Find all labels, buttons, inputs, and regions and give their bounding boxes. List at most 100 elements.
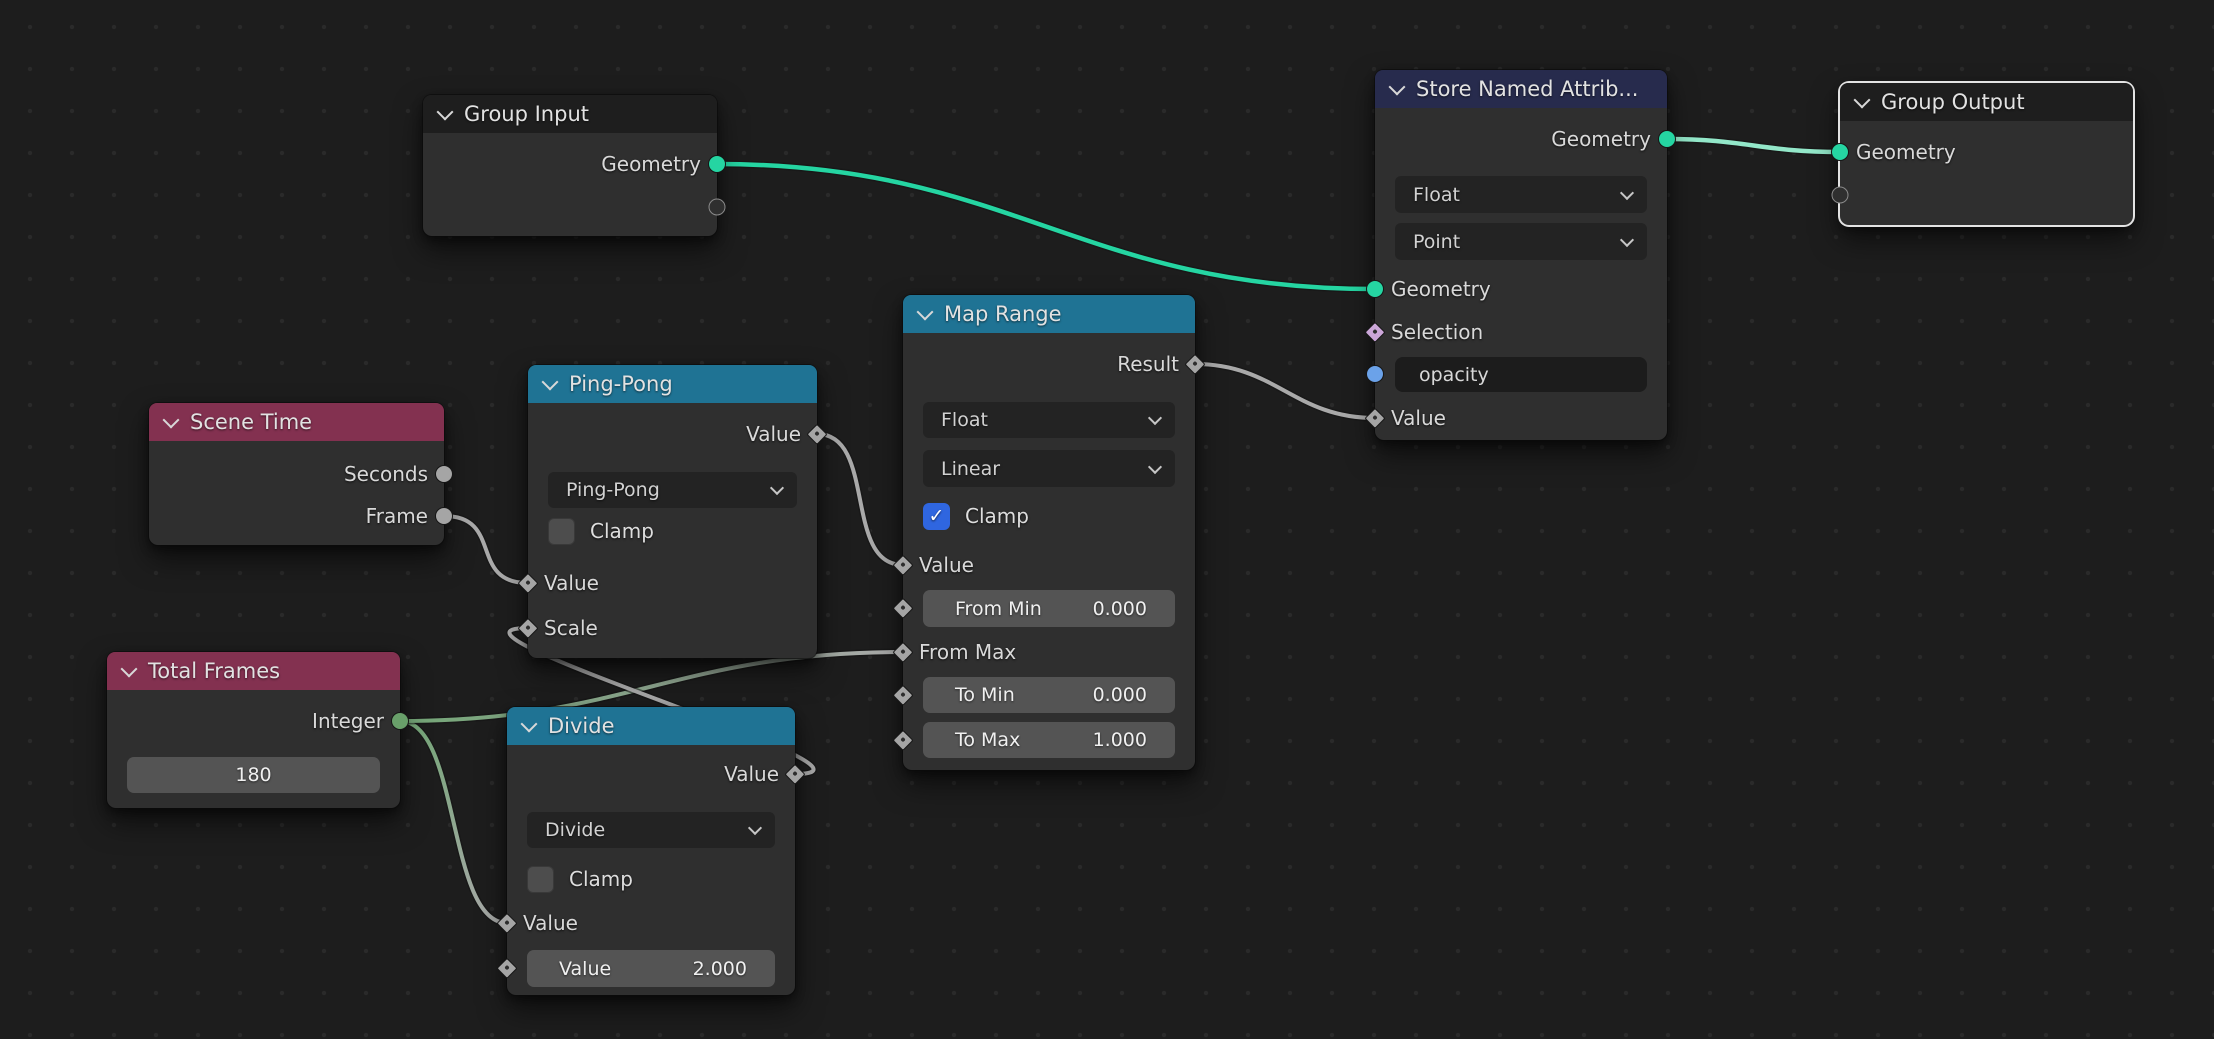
clamp-label: Clamp [569,867,633,891]
collapse-chevron-icon[interactable] [1854,91,1871,108]
wire[interactable] [1667,139,1840,152]
interpolation-dropdown-value: Linear [941,458,1000,480]
node-header[interactable]: Scene Time [149,403,444,441]
operation-dropdown-value: Ping-Pong [566,479,660,501]
geometry-input-socket[interactable] [1366,280,1384,298]
value2-input-socket[interactable] [497,958,518,979]
output-label-result: Result [903,343,1195,385]
from-min-input-socket[interactable] [893,598,914,619]
wire[interactable] [444,516,528,583]
value-slider-field[interactable]: Value 2.000 [527,950,775,987]
node-title: Store Named Attrib... [1416,77,1638,101]
input-label-geometry: Geometry [1375,268,1667,310]
frame-output-socket[interactable] [435,507,453,525]
wire[interactable] [717,164,1375,289]
input-label-from-max: From Max [903,631,1195,673]
wire-outline [1195,364,1375,418]
domain-dropdown-value: Point [1413,231,1460,253]
wire-outline [1667,139,1840,152]
node-header[interactable]: Divide [507,707,795,745]
data-type-dropdown[interactable]: Float [1395,176,1647,213]
output-label-value: Value [507,753,795,795]
output-label-geometry: Geometry [1375,118,1667,160]
interpolation-dropdown[interactable]: Linear [923,450,1175,487]
input-label-selection: Selection [1375,311,1667,353]
wire[interactable] [817,434,903,565]
collapse-chevron-icon[interactable] [917,303,934,320]
node-title: Group Input [464,102,589,126]
chevron-down-icon [770,481,784,495]
collapse-chevron-icon[interactable] [542,373,559,390]
wire-outline [444,516,528,583]
virtual-socket[interactable] [709,199,726,216]
wire-outline [817,434,903,565]
chevron-down-icon [1148,459,1162,473]
geometry-output-socket[interactable] [708,155,726,173]
to-max-field[interactable]: To Max 1.000 [923,722,1175,758]
clamp-checkbox-checked[interactable]: ✓ [923,503,950,530]
operation-dropdown[interactable]: Divide [527,812,775,848]
node-total-frames[interactable]: Total Frames Integer 180 [107,652,400,808]
domain-dropdown[interactable]: Point [1395,223,1647,260]
operation-dropdown[interactable]: Ping-Pong [548,472,797,508]
chevron-down-icon [748,821,762,835]
input-label-geometry: Geometry [1840,131,2133,173]
node-group-input[interactable]: Group Input Geometry [423,95,717,236]
collapse-chevron-icon[interactable] [1389,78,1406,95]
to-min-field[interactable]: To Min 0.000 [923,677,1175,713]
input-label-value: Value [903,544,1195,586]
output-label-integer: Integer [107,700,400,742]
node-header[interactable]: Group Output [1840,83,2133,121]
node-title: Divide [548,714,615,738]
node-header[interactable]: Total Frames [107,652,400,690]
field-value: 0.000 [1093,684,1147,706]
virtual-socket[interactable] [1832,187,1849,204]
node-scene-time[interactable]: Scene Time Seconds Frame [149,403,444,545]
input-label-value: Value [528,562,817,604]
field-label: Value [559,958,611,980]
data-type-dropdown[interactable]: Float [923,402,1175,438]
data-type-dropdown-value: Float [1413,184,1460,206]
collapse-chevron-icon[interactable] [121,660,138,677]
field-value: 1.000 [1093,729,1147,751]
field-value: 2.000 [693,958,747,980]
input-label-value: Value [1375,397,1667,439]
wire[interactable] [400,721,507,923]
node-title: Map Range [944,302,1062,326]
data-type-dropdown-value: Float [941,409,988,431]
clamp-checkbox[interactable] [527,866,554,893]
from-min-field[interactable]: From Min 0.000 [923,590,1175,627]
name-input-socket[interactable] [1366,365,1384,383]
node-ping-pong[interactable]: Ping-Pong Value Ping-Pong Clamp Value Sc… [528,365,817,658]
input-label-value: Value [507,902,795,944]
node-editor-canvas[interactable]: Group Input Geometry Scene Time Seconds … [0,0,2214,1039]
node-header[interactable]: Ping-Pong [528,365,817,403]
node-header[interactable]: Store Named Attrib... [1375,70,1667,108]
node-store-named-attribute[interactable]: Store Named Attrib... Geometry Float Poi… [1375,70,1667,440]
wire[interactable] [1195,364,1375,418]
output-label-geometry: Geometry [423,143,717,185]
geometry-input-socket[interactable] [1831,143,1849,161]
attribute-name-field[interactable]: opacity [1395,357,1647,392]
node-divide[interactable]: Divide Value Divide Clamp Value Value 2.… [507,707,795,995]
to-min-input-socket[interactable] [893,685,914,706]
chevron-down-icon [1620,185,1634,199]
collapse-chevron-icon[interactable] [437,103,454,120]
to-max-input-socket[interactable] [893,730,914,751]
integer-value-field[interactable]: 180 [127,757,380,793]
field-label: From Min [955,598,1042,620]
node-header[interactable]: Group Input [423,95,717,133]
collapse-chevron-icon[interactable] [521,715,538,732]
field-label: To Min [955,684,1015,706]
chevron-down-icon [1148,411,1162,425]
geometry-output-socket[interactable] [1658,130,1676,148]
node-header[interactable]: Map Range [903,295,1195,333]
node-title: Group Output [1881,90,2025,114]
input-label-scale: Scale [528,607,817,649]
node-map-range[interactable]: Map Range Result Float Linear ✓ Clamp Va… [903,295,1195,770]
seconds-output-socket[interactable] [435,465,453,483]
clamp-checkbox[interactable] [548,518,575,545]
collapse-chevron-icon[interactable] [163,411,180,428]
node-group-output[interactable]: Group Output Geometry [1840,83,2133,225]
integer-output-socket[interactable] [391,712,409,730]
